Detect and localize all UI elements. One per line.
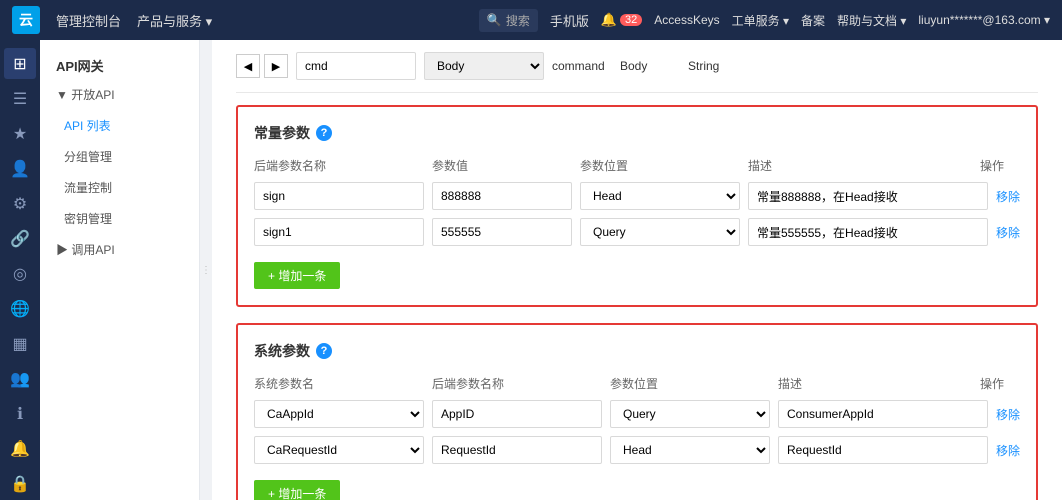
- sidebar-icon-info[interactable]: ℹ: [4, 399, 36, 430]
- const-param-desc-0[interactable]: [748, 182, 988, 210]
- th-backname: 后端参数名称: [432, 375, 602, 392]
- nav-open-api-group[interactable]: ▼ 开放API: [40, 79, 199, 110]
- system-params-section: 系统参数 ? 系统参数名 后端参数名称 参数位置 描述 操作 CaAppId C…: [236, 323, 1038, 500]
- sys-param-backname-0[interactable]: [432, 400, 602, 428]
- sidebar-icon-grid[interactable]: ⊞: [4, 48, 36, 79]
- prev-row: ◀ ▶ Body command Body String: [236, 52, 1038, 93]
- const-param-name-0[interactable]: [254, 182, 424, 210]
- const-param-add-btn[interactable]: + 增加一条: [254, 262, 340, 289]
- th-param-name: 后端参数名称: [254, 157, 424, 174]
- nav-invoke-api-group[interactable]: ▶ 调用API: [40, 234, 199, 265]
- sidebar-icon-circle[interactable]: ◎: [4, 258, 36, 289]
- prev-page-btn[interactable]: ◀: [236, 54, 260, 78]
- const-param-row-0: Head Query Body Path 移除: [254, 182, 1020, 210]
- th-sysloc: 参数位置: [610, 375, 770, 392]
- nav-section-title: API网关: [40, 48, 199, 79]
- th-param-val: 参数值: [432, 157, 572, 174]
- sys-param-backname-1[interactable]: [432, 436, 602, 464]
- th-sysop: 操作: [980, 375, 1020, 392]
- logo[interactable]: 云: [12, 6, 40, 34]
- sys-param-row-0: CaAppId CaRequestId CaClientIp CaAppKey …: [254, 400, 1020, 428]
- th-param-desc: 描述: [748, 157, 972, 174]
- divider-handle[interactable]: ⋮: [200, 40, 212, 500]
- const-param-row-1: Head Query Body Path 移除: [254, 218, 1020, 246]
- const-params-header: 后端参数名称 参数值 参数位置 描述 操作: [254, 157, 1020, 174]
- nav-item-flow-ctrl[interactable]: 流量控制: [40, 172, 199, 203]
- nav-item-group-mgmt[interactable]: 分组管理: [40, 141, 199, 172]
- sidebar-icon-bar[interactable]: ▦: [4, 329, 36, 360]
- prev-text-command: command: [552, 59, 612, 73]
- pagination-btns: ◀ ▶: [236, 54, 288, 78]
- const-param-remove-1[interactable]: 移除: [996, 224, 1020, 241]
- sidebar-icon-user[interactable]: 👤: [4, 153, 36, 184]
- system-params-header: 系统参数名 后端参数名称 参数位置 描述 操作: [254, 375, 1020, 392]
- help-link[interactable]: 帮助与文档 ▾: [837, 12, 906, 29]
- sys-param-sysname-1[interactable]: CaAppId CaRequestId CaClientIp CaAppKey: [254, 436, 424, 464]
- const-param-loc-1[interactable]: Head Query Body Path: [580, 218, 740, 246]
- sidebar-icon-globe[interactable]: 🌐: [4, 294, 36, 325]
- main-layout: ⊞ ☰ ★ 👤 ⚙ 🔗 ◎ 🌐 ▦ 👥 ℹ 🔔 🔒 API网关 ▼ 开放API …: [0, 40, 1062, 500]
- sidebar-icon-lock[interactable]: 🔒: [4, 469, 36, 500]
- sidebar-icon-star[interactable]: ★: [4, 118, 36, 149]
- const-param-name-1[interactable]: [254, 218, 424, 246]
- nav-item-key-mgmt[interactable]: 密钥管理: [40, 203, 199, 234]
- sidebar-icon-link[interactable]: 🔗: [4, 223, 36, 254]
- sidebar-icon-menu[interactable]: ☰: [4, 83, 36, 114]
- user-menu[interactable]: liuyun*******@163.com ▾: [918, 13, 1050, 27]
- workorder-link[interactable]: 工单服务 ▾: [732, 12, 789, 29]
- nav-products[interactable]: 产品与服务 ▾: [137, 11, 212, 30]
- const-params-help-icon[interactable]: ?: [316, 125, 332, 141]
- sys-param-remove-0[interactable]: 移除: [996, 406, 1020, 423]
- system-params-title: 系统参数 ?: [254, 341, 1020, 361]
- const-param-remove-0[interactable]: 移除: [996, 188, 1020, 205]
- sys-param-row-1: CaAppId CaRequestId CaClientIp CaAppKey …: [254, 436, 1020, 464]
- sys-param-add-btn[interactable]: + 增加一条: [254, 480, 340, 500]
- sys-param-loc-1[interactable]: Head Query Body Path: [610, 436, 770, 464]
- sidebar-icon-config[interactable]: ⚙: [4, 188, 36, 219]
- bell-icon[interactable]: 🔔 32: [601, 12, 642, 28]
- const-param-desc-1[interactable]: [748, 218, 988, 246]
- th-sysdesc: 描述: [778, 375, 972, 392]
- nav-console[interactable]: 管理控制台: [56, 11, 121, 30]
- sidebar-icon-bell[interactable]: 🔔: [4, 434, 36, 465]
- th-param-op: 操作: [980, 157, 1020, 174]
- sys-param-remove-1[interactable]: 移除: [996, 442, 1020, 459]
- const-params-title: 常量参数 ?: [254, 123, 1020, 143]
- sys-param-desc-1[interactable]: [778, 436, 988, 464]
- left-nav: API网关 ▼ 开放API API 列表 分组管理 流量控制 密钥管理 ▶ 调用…: [40, 40, 200, 500]
- prev-input-cmd[interactable]: [296, 52, 416, 80]
- const-params-section: 常量参数 ? 后端参数名称 参数值 参数位置 描述 操作 Head: [236, 105, 1038, 307]
- content-area: ◀ ▶ Body command Body String 常量参数 ?: [212, 40, 1062, 500]
- sys-param-loc-0[interactable]: Head Query Body Path: [610, 400, 770, 428]
- const-param-loc-0[interactable]: Head Query Body Path: [580, 182, 740, 210]
- accesskeys-link[interactable]: AccessKeys: [654, 13, 719, 27]
- form-content: ◀ ▶ Body command Body String 常量参数 ?: [212, 40, 1062, 500]
- system-params-help-icon[interactable]: ?: [316, 343, 332, 359]
- search-bar[interactable]: 🔍 搜索: [479, 9, 538, 32]
- sidebar-icon-person[interactable]: 👥: [4, 364, 36, 395]
- sidebar-icons: ⊞ ☰ ★ 👤 ⚙ 🔗 ◎ 🌐 ▦ 👥 ℹ 🔔 🔒: [0, 40, 40, 500]
- nav-item-api-list[interactable]: API 列表: [40, 110, 199, 141]
- mobile-link[interactable]: 手机版: [550, 11, 589, 30]
- navbar-right: 🔍 搜索 手机版 🔔 32 AccessKeys 工单服务 ▾ 备案 帮助与文档…: [479, 9, 1050, 32]
- const-param-value-1[interactable]: [432, 218, 572, 246]
- navbar: 云 管理控制台 产品与服务 ▾ 🔍 搜索 手机版 🔔 32 AccessKeys…: [0, 0, 1062, 40]
- sys-param-desc-0[interactable]: [778, 400, 988, 428]
- search-icon: 🔍: [487, 13, 502, 27]
- sys-param-sysname-0[interactable]: CaAppId CaRequestId CaClientIp CaAppKey: [254, 400, 424, 428]
- prev-select-body[interactable]: Body: [424, 52, 544, 80]
- prev-text-string: String: [688, 59, 748, 73]
- th-param-loc: 参数位置: [580, 157, 740, 174]
- prev-text-body: Body: [620, 59, 680, 73]
- next-page-btn[interactable]: ▶: [264, 54, 288, 78]
- notification-badge: 32: [620, 14, 642, 26]
- const-param-value-0[interactable]: [432, 182, 572, 210]
- backup-link[interactable]: 备案: [801, 12, 825, 29]
- th-sysname: 系统参数名: [254, 375, 424, 392]
